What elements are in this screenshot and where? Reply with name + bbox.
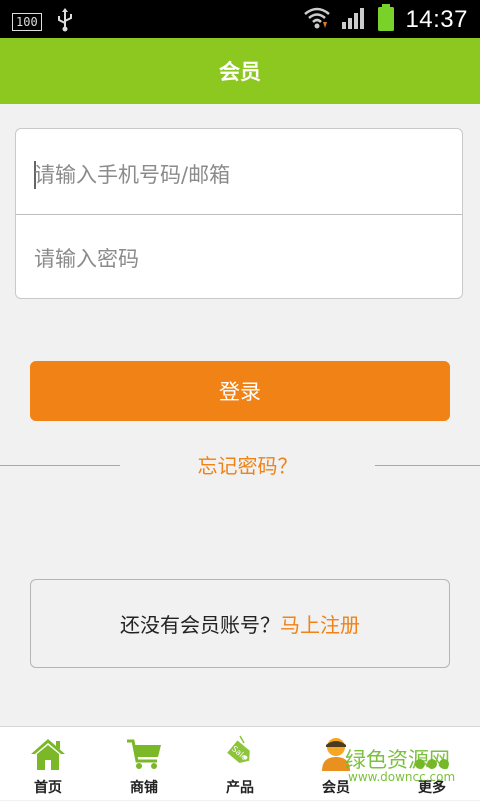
nav-item-home[interactable]: 首页 xyxy=(0,727,96,801)
home-icon xyxy=(29,735,67,771)
battery-icon xyxy=(377,4,395,36)
field-divider xyxy=(16,214,462,215)
status-badge: 100 xyxy=(12,13,42,31)
sale-tag-icon: Sale xyxy=(220,735,260,771)
forgot-password-link[interactable]: 忘记密码？ xyxy=(120,450,375,479)
divider-right xyxy=(375,465,480,466)
status-bar: 100 14:37 xyxy=(0,0,480,38)
login-form xyxy=(15,128,463,299)
divider-left xyxy=(0,465,120,466)
register-link[interactable]: 马上注册 xyxy=(280,609,360,638)
status-left: 100 xyxy=(12,8,74,36)
app-header: 会员 xyxy=(0,38,480,104)
signal-icon xyxy=(341,6,367,34)
watermark-url: www.downcc.com xyxy=(348,770,456,784)
nav-label-member: 会员 xyxy=(322,780,350,796)
register-box[interactable]: 还没有会员账号？ 马上注册 xyxy=(30,579,450,668)
login-button[interactable]: 登录 xyxy=(30,361,450,421)
register-prompt: 还没有会员账号？ xyxy=(120,613,280,637)
cart-icon xyxy=(125,735,163,771)
nav-item-products[interactable]: Sale 产品 xyxy=(192,727,288,801)
usb-icon xyxy=(56,8,74,36)
nav-label-shops: 商铺 xyxy=(130,780,158,796)
nav-item-shops[interactable]: 商铺 xyxy=(96,727,192,801)
password-input[interactable] xyxy=(34,239,454,279)
nav-label-home: 首页 xyxy=(34,780,62,796)
phone-email-input[interactable] xyxy=(34,155,454,195)
nav-label-products: 产品 xyxy=(226,780,254,796)
wifi-icon xyxy=(303,6,331,34)
page-title: 会员 xyxy=(219,60,261,84)
status-right: 14:37 xyxy=(303,4,468,36)
clock: 14:37 xyxy=(405,6,468,33)
